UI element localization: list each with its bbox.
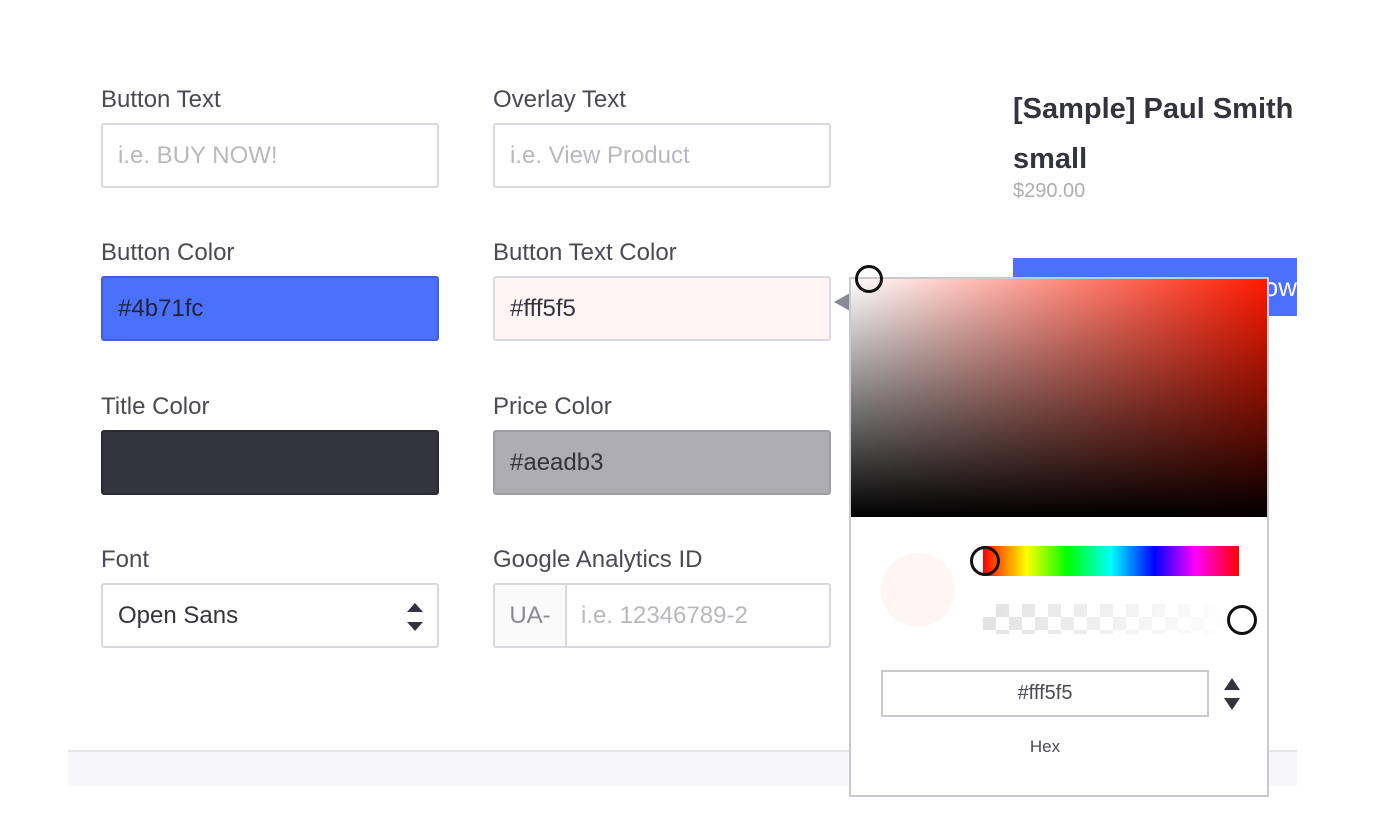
hue-handle[interactable] <box>970 546 1000 576</box>
select-arrows-icon <box>407 602 423 632</box>
page: Button Text i.e. BUY NOW! Overlay Text i… <box>0 0 1384 830</box>
hue-slider[interactable] <box>983 546 1239 576</box>
preview-title-line2: small <box>1013 143 1088 175</box>
button-text-color-input[interactable]: #fff5f5 <box>493 276 831 341</box>
font-select-value: Open Sans <box>118 601 239 629</box>
font-select[interactable]: Open Sans <box>101 583 439 648</box>
selected-color-swatch <box>881 553 955 627</box>
color-picker: #fff5f5 Hex <box>849 265 1269 797</box>
analytics-prefix: UA- <box>495 585 567 646</box>
button-text-label: Button Text <box>101 86 221 113</box>
saturation-value-area[interactable] <box>851 279 1267 517</box>
preview-title-line1: [Sample] Paul Smith <box>1013 93 1294 125</box>
saturation-handle[interactable] <box>855 265 883 293</box>
title-color-label: Title Color <box>101 393 210 420</box>
button-color-input[interactable]: #4b71fc <box>101 276 439 341</box>
preview-price: $290.00 <box>1013 180 1086 202</box>
overlay-text-placeholder: i.e. View Product <box>510 141 690 169</box>
overlay-text-label: Overlay Text <box>493 86 626 113</box>
hex-input[interactable]: #fff5f5 <box>881 670 1209 717</box>
title-color-input[interactable] <box>101 430 439 495</box>
analytics-label: Google Analytics ID <box>493 546 703 573</box>
alpha-slider[interactable] <box>983 604 1239 634</box>
price-color-input[interactable]: #aeadb3 <box>493 430 831 495</box>
button-text-color-label: Button Text Color <box>493 239 677 266</box>
overlay-text-input[interactable]: i.e. View Product <box>493 123 831 188</box>
button-text-color-value: #fff5f5 <box>510 294 576 322</box>
price-color-value: #aeadb3 <box>510 448 604 476</box>
font-label: Font <box>101 546 150 573</box>
button-color-label: Button Color <box>101 239 235 266</box>
preview-title: [Sample] Paul Smith small <box>1013 84 1297 184</box>
hex-mode-label: Hex <box>1029 737 1061 756</box>
analytics-input[interactable]: i.e. 12346789-2 <box>581 585 748 646</box>
picker-pointer <box>834 293 850 311</box>
button-text-placeholder: i.e. BUY NOW! <box>118 141 278 169</box>
alpha-handle[interactable] <box>1227 605 1257 635</box>
button-text-input[interactable]: i.e. BUY NOW! <box>101 123 439 188</box>
button-color-value: #4b71fc <box>118 294 204 322</box>
mode-toggle-icon[interactable] <box>1224 678 1240 710</box>
analytics-placeholder: i.e. 12346789-2 <box>581 601 748 629</box>
analytics-input-group: UA- i.e. 12346789-2 <box>493 583 831 648</box>
price-color-label: Price Color <box>493 393 612 420</box>
